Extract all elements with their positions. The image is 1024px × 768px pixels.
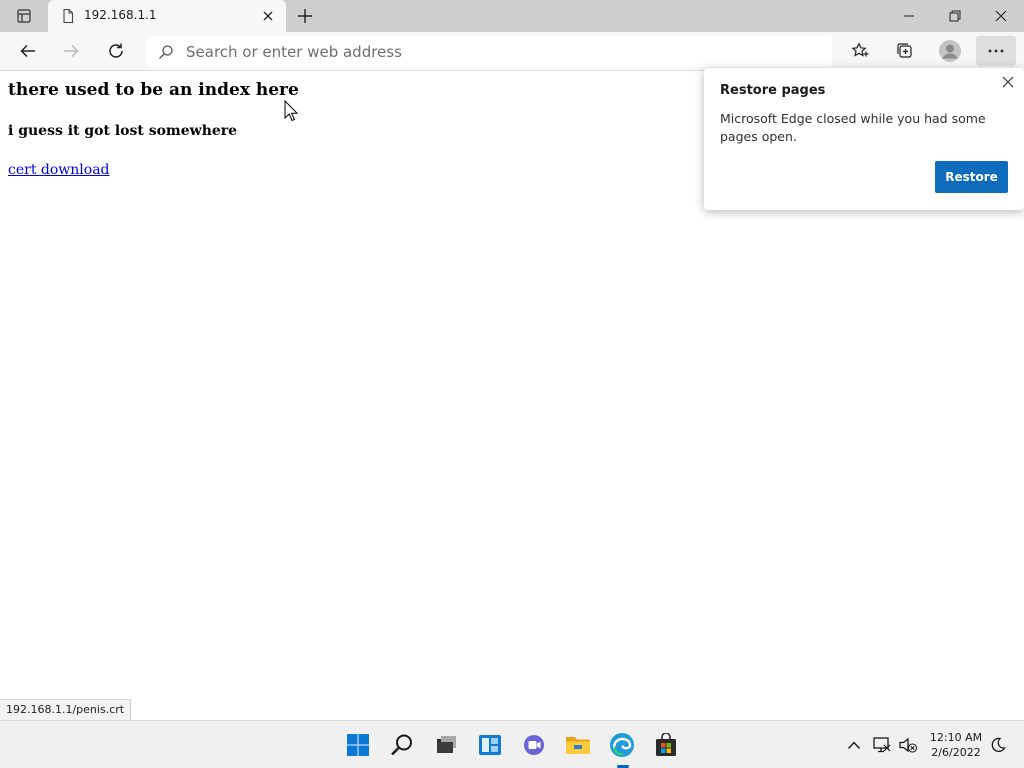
volume-muted-icon[interactable] [898, 735, 918, 755]
search-icon [158, 44, 174, 60]
focus-assist-icon[interactable] [988, 735, 1008, 755]
clock-time: 12:10 AM [929, 731, 983, 744]
favorites-button[interactable] [845, 37, 875, 65]
close-icon[interactable] [1000, 74, 1016, 90]
clock-date: 2/6/2022 [931, 746, 981, 759]
back-button[interactable] [13, 37, 43, 65]
minimize-button[interactable] [886, 0, 932, 32]
teams-chat-button[interactable] [518, 729, 550, 761]
close-tab-icon[interactable] [260, 8, 276, 24]
chevron-up-icon[interactable] [844, 735, 864, 755]
page-subheading: i guess it got lost somewhere [8, 123, 238, 139]
page-icon [60, 8, 76, 24]
cert-download-link[interactable]: cert download [8, 162, 110, 178]
more-button[interactable] [976, 36, 1016, 66]
edge-button[interactable] [606, 729, 638, 761]
status-bar-url: 192.168.1.1/penis.crt [0, 699, 132, 720]
profile-button[interactable] [935, 37, 965, 65]
restore-pages-popup: Restore pages Microsoft Edge closed whil… [704, 68, 1024, 210]
browser-tab[interactable]: 192.168.1.1 [48, 0, 286, 32]
popup-title: Restore pages [720, 83, 826, 98]
restore-window-button[interactable] [932, 0, 978, 32]
address-bar[interactable] [146, 36, 832, 67]
new-tab-button[interactable] [294, 5, 316, 27]
taskbar-clock[interactable]: 12:10 AM 2/6/2022 [924, 730, 988, 760]
browser-toolbar [0, 32, 1024, 71]
restore-button[interactable]: Restore [935, 161, 1008, 193]
store-button[interactable] [650, 729, 682, 761]
tab-title: 192.168.1.1 [84, 8, 157, 22]
search-button[interactable] [386, 729, 418, 761]
popup-message: Microsoft Edge closed while you had some… [720, 111, 986, 144]
browser-titlebar: 192.168.1.1 [0, 0, 1024, 32]
collections-button[interactable] [890, 37, 920, 65]
start-button[interactable] [342, 729, 374, 761]
tab-actions-icon[interactable] [6, 5, 42, 27]
taskbar: 12:10 AM 2/6/2022 [0, 720, 1024, 768]
address-input[interactable] [186, 36, 816, 67]
close-window-button[interactable] [978, 0, 1024, 32]
refresh-button[interactable] [101, 37, 131, 65]
widgets-button[interactable] [474, 729, 506, 761]
file-explorer-button[interactable] [562, 729, 594, 761]
mouse-cursor-icon [284, 100, 298, 122]
page-heading: there used to be an index here [8, 80, 299, 100]
network-icon[interactable] [872, 735, 892, 755]
task-view-button[interactable] [430, 729, 462, 761]
forward-button[interactable] [56, 37, 86, 65]
